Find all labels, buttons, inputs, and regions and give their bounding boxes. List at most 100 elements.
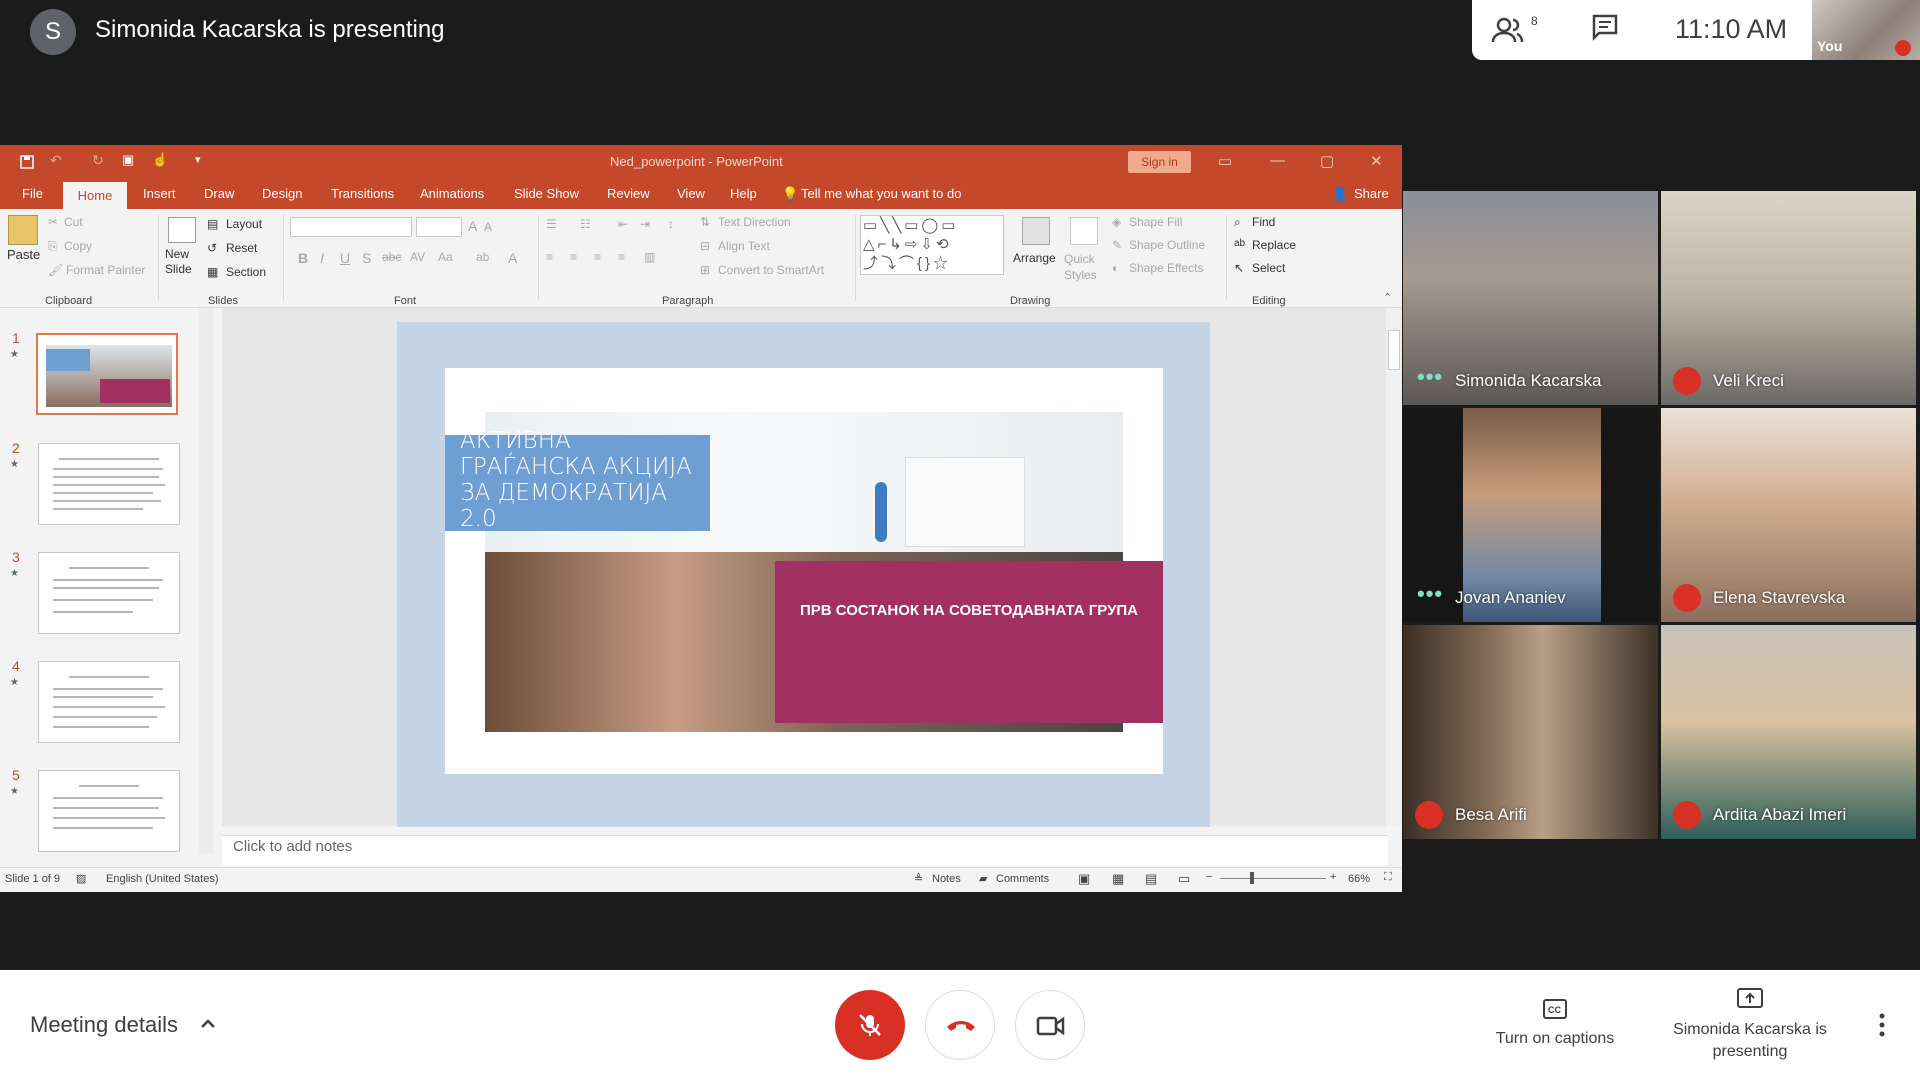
justify-icon[interactable]: ≡ — [618, 250, 625, 264]
tab-home[interactable]: Home — [63, 182, 127, 209]
tab-transitions[interactable]: Transitions — [331, 186, 394, 201]
zoom-level[interactable]: 66% — [1348, 873, 1370, 885]
reset-button[interactable]: Reset — [226, 241, 257, 255]
convert-smartart-button[interactable]: Convert to SmartArt — [718, 263, 824, 277]
tell-me-box[interactable]: Tell me what you want to do — [801, 186, 961, 201]
font-size-box[interactable] — [416, 217, 462, 237]
ribbon-display-icon[interactable]: ▭ — [1218, 152, 1232, 170]
tab-help[interactable]: Help — [730, 186, 757, 201]
camera-toggle-button[interactable] — [1015, 990, 1085, 1060]
maximize-icon[interactable]: ▢ — [1320, 152, 1334, 170]
new-slide-button[interactable]: New Slide — [165, 247, 205, 277]
redo-icon[interactable]: ↻ — [92, 152, 104, 169]
leave-call-button[interactable] — [925, 990, 995, 1060]
notes-pane[interactable] — [222, 835, 1388, 865]
shape-effects-button[interactable]: Shape Effects — [1129, 261, 1204, 275]
present-from-start-icon[interactable]: ▣ — [122, 152, 134, 168]
chat-button[interactable] — [1590, 12, 1630, 48]
shape-outline-button[interactable]: Shape Outline — [1129, 238, 1205, 252]
highlight-icon[interactable]: ab — [476, 250, 489, 264]
section-button[interactable]: Section — [226, 265, 266, 279]
paste-button[interactable]: Paste — [7, 247, 40, 262]
zoom-slider[interactable] — [1220, 878, 1326, 879]
zoom-out-icon[interactable]: − — [1206, 871, 1212, 883]
change-case-icon[interactable]: Aa — [438, 250, 453, 264]
font-color-icon[interactable]: A — [508, 250, 517, 266]
shadow-icon[interactable]: S — [362, 250, 371, 266]
fit-to-window-icon[interactable]: ⛶ — [1384, 871, 1392, 884]
find-button[interactable]: Find — [1252, 215, 1275, 229]
tab-file[interactable]: File — [22, 186, 43, 201]
copy-button[interactable]: Copy — [64, 239, 92, 253]
bold-icon[interactable]: B — [298, 250, 308, 266]
save-icon[interactable] — [20, 155, 34, 169]
notes-toggle[interactable]: Notes — [932, 873, 961, 885]
numbering-icon[interactable]: ☷ — [580, 217, 591, 231]
tab-insert[interactable]: Insert — [143, 186, 176, 201]
decrease-indent-icon[interactable]: ⇤ — [618, 217, 628, 231]
minimize-icon[interactable]: — — [1270, 152, 1285, 169]
participant-tile[interactable] — [1403, 625, 1658, 839]
new-slide-icon[interactable] — [168, 217, 196, 243]
spellcheck-icon[interactable]: ▨ — [76, 872, 86, 885]
align-text-button[interactable]: Align Text — [718, 239, 770, 253]
tab-draw[interactable]: Draw — [204, 186, 234, 201]
presenting-status-button[interactable]: Simonida Kacarska is presenting — [1665, 1019, 1835, 1063]
slide-thumbnail-3[interactable] — [38, 552, 180, 634]
tab-slide-show[interactable]: Slide Show — [514, 186, 579, 201]
layout-button[interactable]: Layout — [226, 217, 262, 231]
char-spacing-icon[interactable]: AV — [410, 250, 425, 264]
tab-animations[interactable]: Animations — [420, 186, 484, 201]
slide-subtitle[interactable]: ПРВ СОСТАНОК НА СОВЕТОДАВНАТА ГРУПА — [775, 602, 1163, 619]
italic-icon[interactable]: I — [320, 250, 324, 266]
canvas-scrollbar[interactable] — [1386, 308, 1402, 826]
slide-title[interactable]: АКТИВНА ГРАЃАНСКА АКЦИЈА ЗА ДЕМОКРАТИЈА … — [460, 428, 700, 532]
quick-styles-icon[interactable] — [1070, 217, 1098, 245]
format-painter-button[interactable]: Format Painter — [66, 263, 145, 277]
underline-icon[interactable]: U — [340, 250, 350, 266]
comments-toggle[interactable]: Comments — [996, 873, 1049, 885]
normal-view-icon[interactable]: ▣ — [1078, 871, 1090, 887]
slide-thumbnail-4[interactable] — [38, 661, 180, 743]
line-spacing-icon[interactable]: ↕ — [668, 217, 674, 231]
language-status[interactable]: English (United States) — [106, 873, 219, 885]
tab-review[interactable]: Review — [607, 186, 650, 201]
close-icon[interactable]: ✕ — [1370, 152, 1383, 170]
slide-thumbnail-1[interactable] — [36, 333, 178, 415]
grow-font-icon[interactable]: A — [468, 218, 477, 234]
shrink-font-icon[interactable]: A — [484, 220, 492, 234]
quick-styles-button[interactable]: Quick Styles — [1064, 251, 1104, 283]
font-name-box[interactable] — [290, 217, 412, 237]
chevron-up-icon[interactable] — [198, 1014, 218, 1034]
strikethrough-icon[interactable]: abc — [382, 250, 401, 264]
notes-placeholder[interactable]: Click to add notes — [233, 838, 352, 855]
arrange-icon[interactable] — [1022, 217, 1050, 245]
reading-view-icon[interactable]: ▤ — [1145, 871, 1157, 887]
participant-tile[interactable] — [1661, 191, 1916, 405]
more-options-button[interactable] — [1875, 1010, 1889, 1040]
arrange-button[interactable]: Arrange — [1013, 251, 1056, 265]
shape-fill-button[interactable]: Shape Fill — [1129, 215, 1182, 229]
zoom-in-icon[interactable]: + — [1330, 871, 1336, 883]
sign-in-button[interactable]: Sign in — [1128, 151, 1191, 173]
text-direction-button[interactable]: Text Direction — [718, 215, 791, 229]
present-screen-icon[interactable] — [1737, 988, 1763, 1010]
meeting-details-button[interactable]: Meeting details — [30, 1012, 178, 1038]
slide-sorter-icon[interactable]: ▦ — [1112, 871, 1124, 887]
undo-icon[interactable]: ↶ — [50, 152, 62, 169]
microphone-toggle-button[interactable] — [835, 990, 905, 1060]
increase-indent-icon[interactable]: ⇥ — [640, 217, 650, 231]
slide-thumbnail-5[interactable] — [38, 770, 180, 852]
tab-design[interactable]: Design — [262, 186, 302, 201]
tab-view[interactable]: View — [677, 186, 705, 201]
align-right-icon[interactable]: ≡ — [594, 250, 601, 264]
slideshow-view-icon[interactable]: ▭ — [1178, 871, 1190, 887]
select-button[interactable]: Select — [1252, 261, 1285, 275]
paste-icon[interactable] — [8, 215, 38, 245]
zoom-slider-thumb[interactable] — [1250, 872, 1254, 884]
columns-icon[interactable]: ▥ — [644, 250, 655, 264]
shapes-gallery[interactable]: ▭╲╲▭◯▭ △⌐↳⇨⇩⟲ ⤴⤵⌒{}☆ — [860, 215, 1004, 275]
slide-thumbnail-2[interactable] — [38, 443, 180, 525]
align-left-icon[interactable]: ≡ — [546, 250, 553, 264]
replace-button[interactable]: Replace — [1252, 238, 1296, 252]
